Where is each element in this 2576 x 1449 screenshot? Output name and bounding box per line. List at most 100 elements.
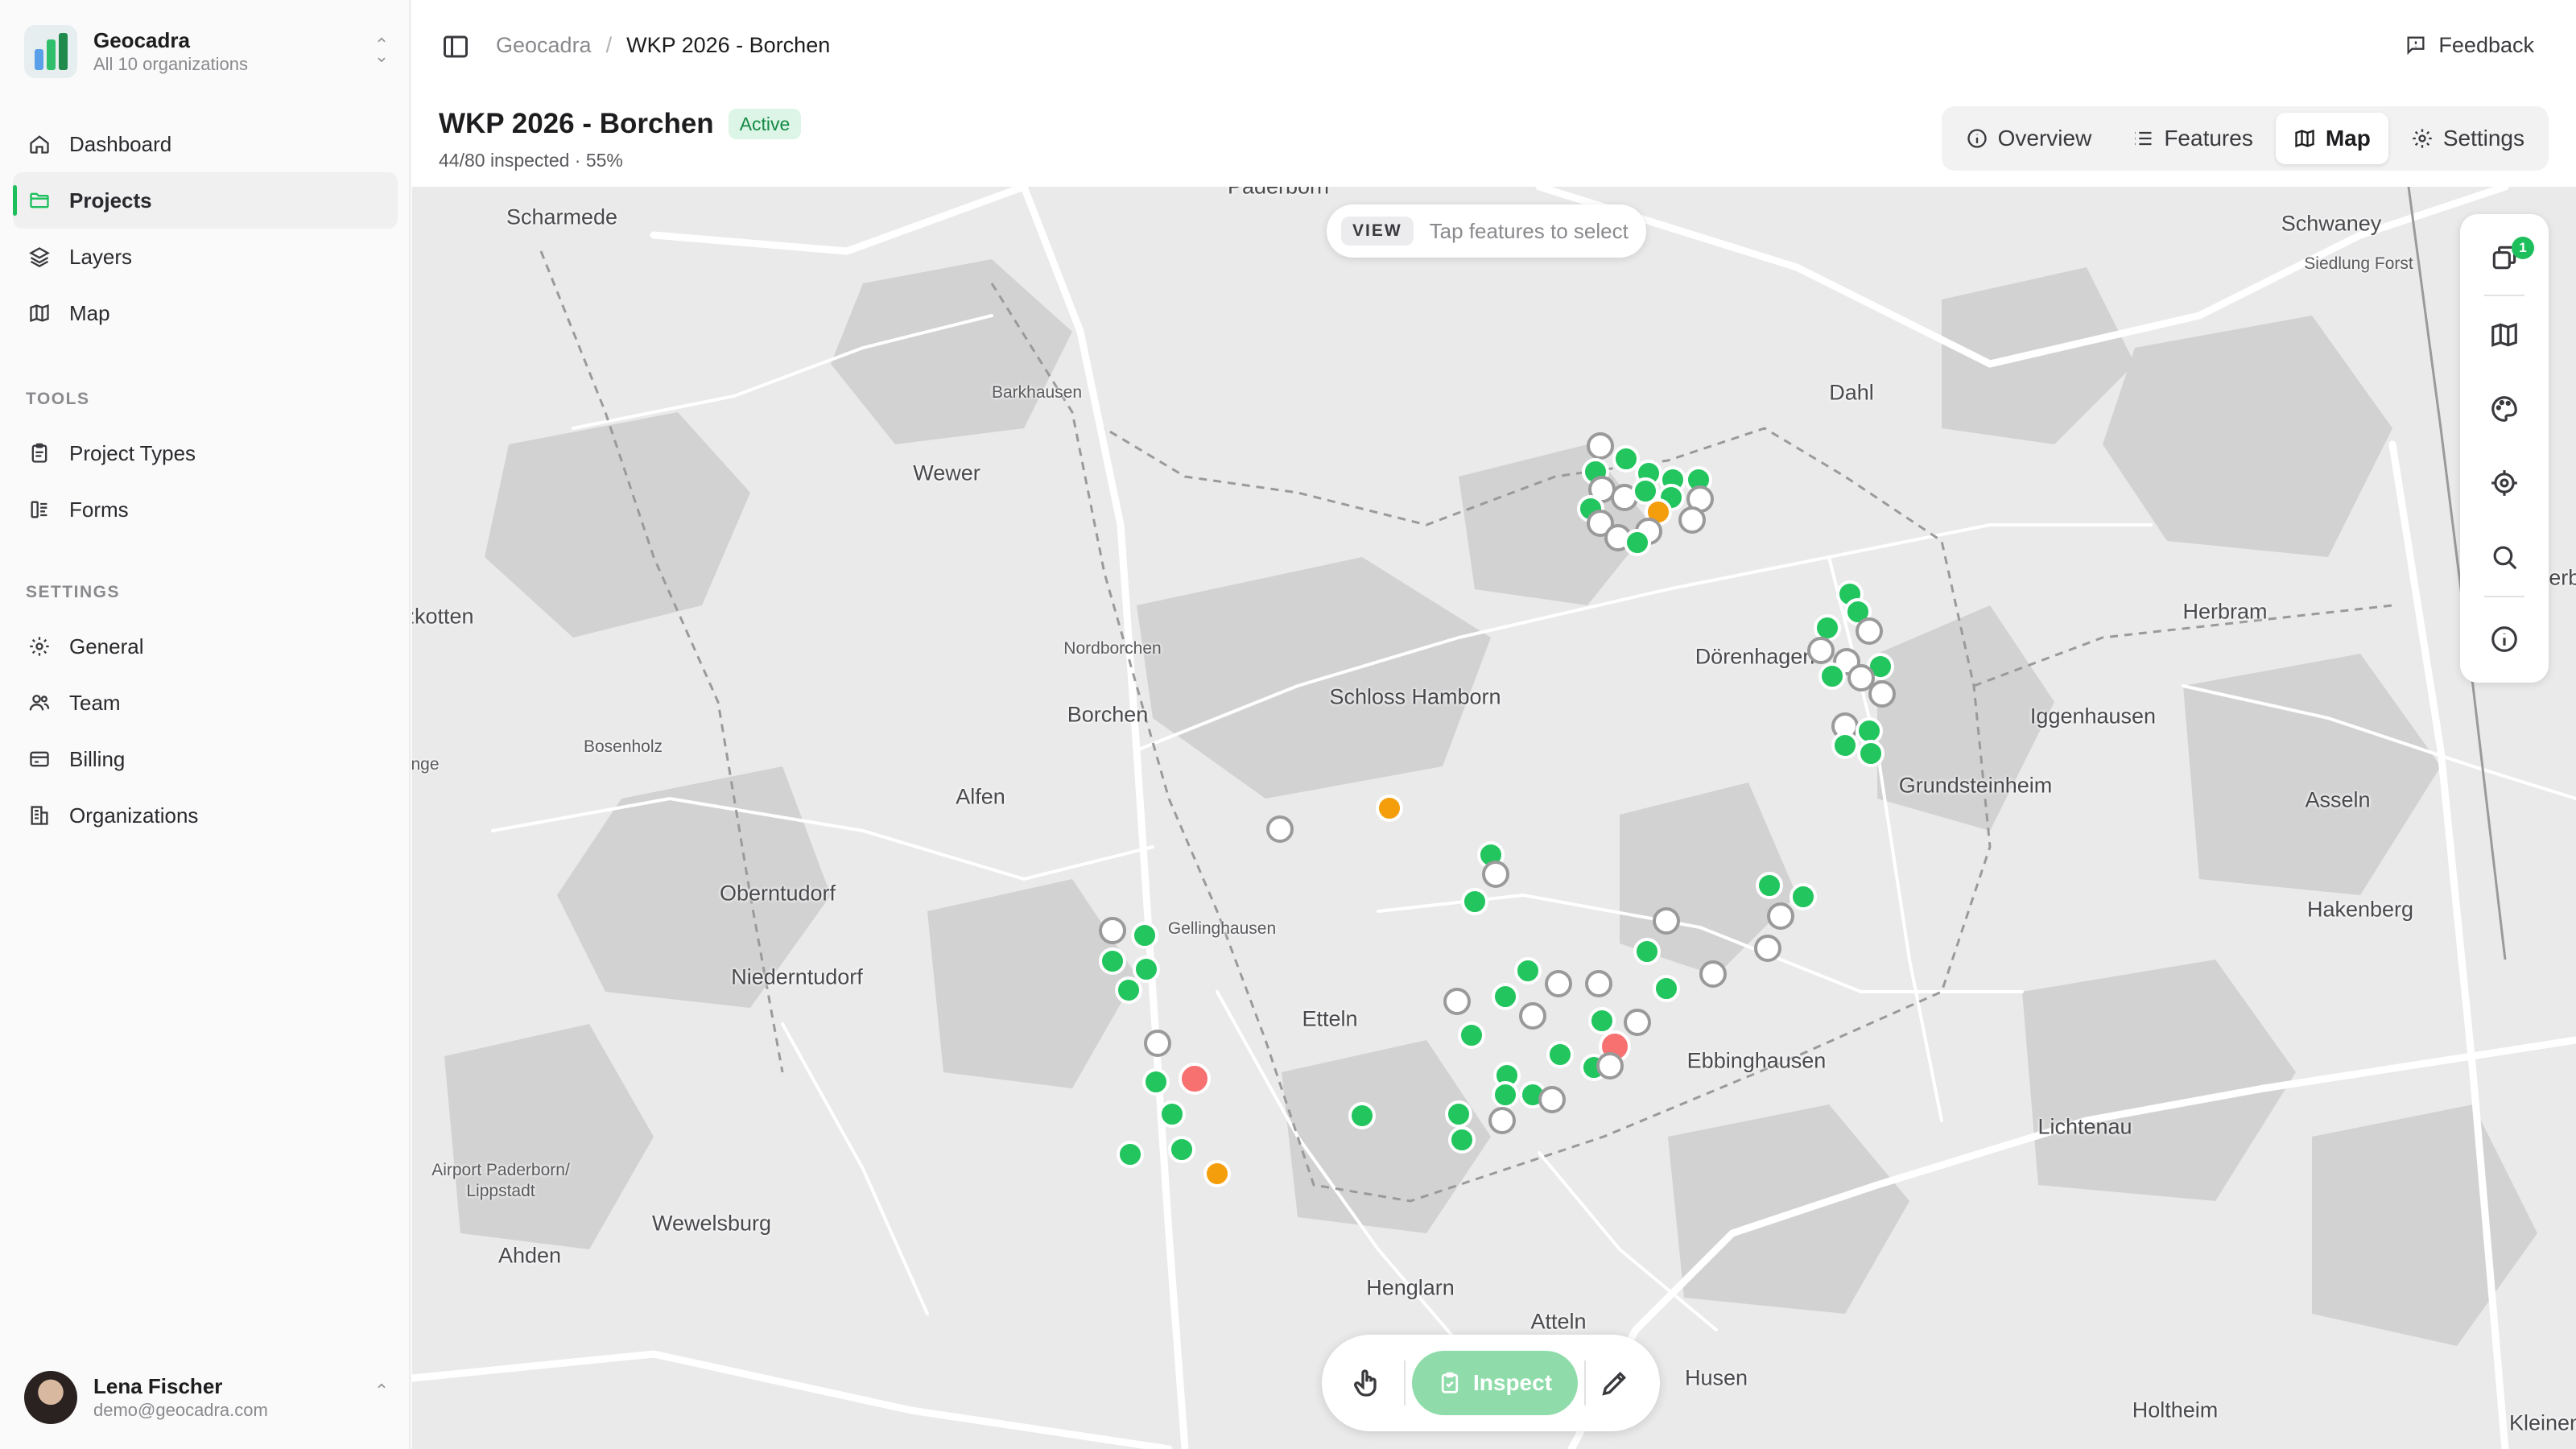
feature-marker[interactable] — [1587, 432, 1614, 460]
feature-marker[interactable] — [1492, 983, 1519, 1010]
user-menu[interactable]: Lena Fischer demo@geocadra.com ⌃ — [24, 1368, 391, 1426]
feature-marker[interactable] — [1585, 970, 1612, 997]
pan-button[interactable] — [1338, 1354, 1396, 1412]
feature-marker[interactable] — [1653, 975, 1680, 1002]
view-tabs: Overview Features Map Settings — [1941, 106, 2549, 171]
feature-marker[interactable] — [1461, 888, 1488, 915]
feature-marker[interactable] — [1115, 976, 1142, 1004]
inspect-button[interactable]: Inspect — [1412, 1351, 1578, 1415]
feature-marker[interactable] — [1857, 740, 1885, 767]
feature-marker[interactable] — [1612, 445, 1640, 473]
tab-features[interactable]: Features — [2114, 113, 2271, 164]
feature-marker[interactable] — [1545, 970, 1572, 997]
sidebar-item-forms[interactable]: Forms — [13, 481, 398, 538]
sidebar-item-team[interactable]: Team — [13, 675, 398, 731]
feature-marker[interactable] — [1699, 960, 1727, 988]
feature-marker[interactable] — [1266, 815, 1294, 843]
feature-marker[interactable] — [1633, 938, 1661, 965]
feature-marker[interactable] — [1807, 637, 1835, 664]
feature-marker[interactable] — [1767, 902, 1794, 930]
feature-marker[interactable] — [1099, 947, 1126, 975]
feature-marker[interactable] — [1856, 617, 1883, 645]
feature-marker[interactable] — [1624, 1009, 1651, 1036]
style-button[interactable] — [2460, 378, 2549, 440]
search-button[interactable] — [2460, 526, 2549, 588]
feature-marker[interactable] — [1179, 1063, 1211, 1095]
feedback-button[interactable]: Feedback — [2405, 29, 2534, 61]
chevron-updown-icon[interactable]: ⌃ ⌄ — [372, 36, 391, 65]
feature-marker[interactable] — [1445, 1100, 1472, 1128]
sidebar-item-layers[interactable]: Layers — [13, 229, 398, 285]
locate-button[interactable] — [2460, 452, 2549, 514]
feature-marker[interactable] — [1514, 957, 1542, 985]
feature-marker[interactable] — [1588, 1007, 1616, 1034]
feature-marker[interactable] — [1482, 861, 1509, 888]
org-switcher[interactable]: Geocadra All 10 organizations ⌃ ⌄ — [24, 23, 391, 80]
form-icon — [27, 497, 52, 522]
feature-marker[interactable] — [1754, 935, 1781, 962]
feature-marker[interactable] — [1790, 883, 1817, 910]
layers-panel-button[interactable]: 1 — [2460, 227, 2549, 288]
sidebar-item-billing[interactable]: Billing — [13, 731, 398, 787]
feature-marker[interactable] — [1678, 506, 1706, 534]
feature-marker[interactable] — [1133, 956, 1160, 983]
user-name: Lena Fischer — [93, 1374, 223, 1398]
map-canvas[interactable]: Paderborn Scharmede Schwaney Siedlung Fo… — [412, 187, 2576, 1449]
basemap-button[interactable] — [2460, 304, 2549, 365]
feature-marker[interactable] — [1131, 922, 1158, 949]
feature-marker[interactable] — [1488, 1107, 1516, 1134]
info-button[interactable] — [2460, 609, 2549, 670]
sidebar-item-dashboard[interactable]: Dashboard — [13, 116, 398, 172]
map-tools-panel: 1 — [2460, 214, 2549, 683]
sidebar-item-organizations[interactable]: Organizations — [13, 787, 398, 844]
edit-button[interactable] — [1586, 1354, 1644, 1412]
feature-marker[interactable] — [1653, 907, 1680, 935]
tab-label: Overview — [1997, 126, 2092, 151]
feature-marker[interactable] — [1492, 1081, 1519, 1108]
tool-divider — [2484, 596, 2524, 597]
feature-marker[interactable] — [1458, 1022, 1485, 1049]
sidebar-item-map[interactable]: Map — [13, 285, 398, 341]
tab-map[interactable]: Map — [2275, 113, 2388, 164]
sidebar-toggle-icon[interactable] — [441, 32, 470, 61]
feature-marker[interactable] — [1348, 1102, 1376, 1129]
search-icon — [2493, 546, 2517, 570]
folder-icon — [27, 188, 52, 213]
feature-marker[interactable] — [1376, 795, 1403, 822]
feature-marker[interactable] — [1756, 872, 1783, 899]
feature-marker[interactable] — [1856, 717, 1883, 745]
feature-marker[interactable] — [1144, 1030, 1171, 1057]
feature-marker[interactable] — [1831, 732, 1859, 759]
feature-marker[interactable] — [1448, 1126, 1476, 1154]
feature-marker[interactable] — [1099, 917, 1126, 944]
tab-label: Settings — [2442, 126, 2524, 151]
feature-marker[interactable] — [1168, 1136, 1195, 1163]
feature-marker[interactable] — [1519, 1002, 1546, 1030]
feature-marker[interactable] — [1117, 1141, 1144, 1168]
feature-marker[interactable] — [1203, 1160, 1231, 1187]
feature-marker[interactable] — [1158, 1100, 1186, 1128]
feature-marker[interactable] — [1847, 664, 1875, 691]
feature-marker[interactable] — [1596, 1052, 1624, 1080]
sidebar-item-project-types[interactable]: Project Types — [13, 425, 398, 481]
tab-settings[interactable]: Settings — [2393, 113, 2542, 164]
feature-marker[interactable] — [1443, 988, 1471, 1015]
message-icon — [2407, 36, 2425, 56]
feature-marker[interactable] — [1814, 614, 1841, 642]
tab-overview[interactable]: Overview — [1948, 113, 2110, 164]
sidebar-item-general[interactable]: General — [13, 618, 398, 675]
breadcrumb-root[interactable]: Geocadra — [496, 29, 592, 61]
feature-marker[interactable] — [1142, 1068, 1170, 1096]
feature-markers[interactable] — [412, 187, 2576, 1449]
chevron-up-icon[interactable]: ⌃ — [372, 1382, 391, 1410]
sidebar-item-label: Layers — [69, 244, 133, 269]
gear-icon — [2413, 129, 2432, 148]
feature-marker[interactable] — [1868, 680, 1896, 708]
feature-marker[interactable] — [1624, 529, 1651, 556]
sidebar-item-projects[interactable]: Projects — [13, 172, 398, 229]
feature-marker[interactable] — [1818, 663, 1846, 690]
feature-marker[interactable] — [1538, 1086, 1566, 1113]
feature-marker[interactable] — [1546, 1041, 1574, 1068]
avatar — [24, 1371, 77, 1424]
clipboard-icon — [27, 441, 52, 465]
